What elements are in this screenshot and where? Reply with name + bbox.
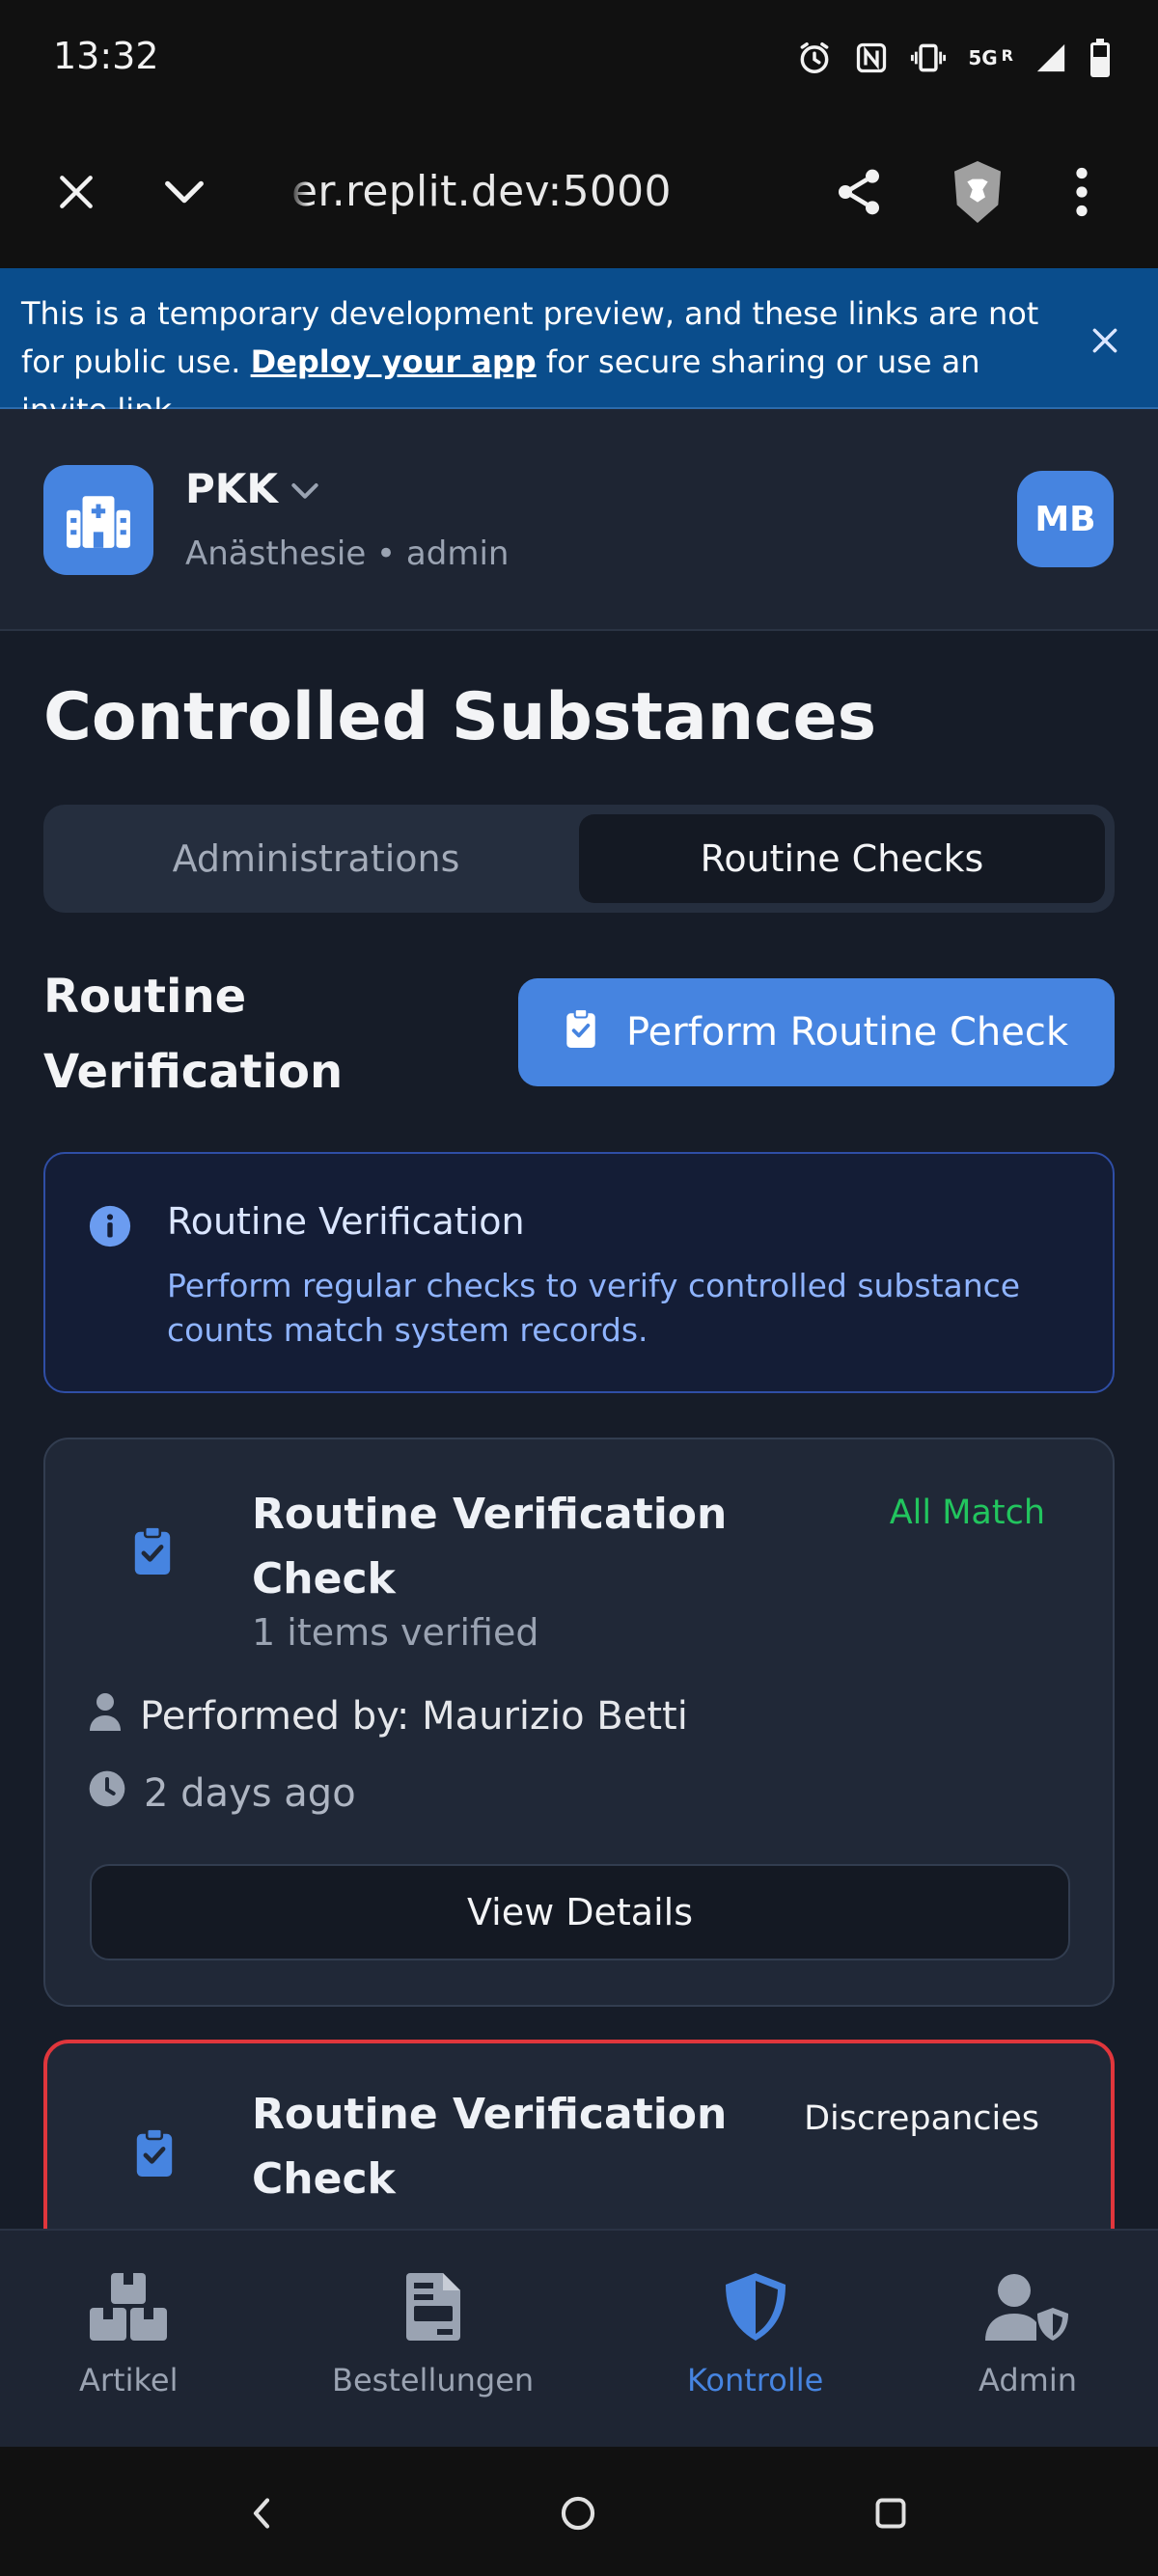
clipboard-check-icon <box>565 1007 597 1057</box>
back-icon[interactable] <box>237 2489 286 2537</box>
check-card: Routine Verification Check All Match 1 i… <box>43 1438 1115 2007</box>
nav-label-admin: Admin <box>979 2362 1077 2398</box>
org-name[interactable]: PKK <box>185 465 278 512</box>
time-row: 2 days ago <box>88 1769 356 1818</box>
nav-label-bestellungen: Bestellungen <box>332 2362 535 2398</box>
view-details-button[interactable]: View Details <box>90 1864 1070 1960</box>
vibrate-icon <box>910 40 947 76</box>
items-verified: 1 items verified <box>252 1611 539 1654</box>
recents-icon[interactable] <box>867 2489 915 2537</box>
perform-routine-check-label: Perform Routine Check <box>625 1010 1069 1055</box>
info-title: Routine Verification <box>167 1200 525 1243</box>
status-time: 13:32 <box>53 35 159 77</box>
performed-by-row: Performed by: Maurizio Betti <box>88 1692 688 1740</box>
roaming-indicator: R <box>1001 46 1013 65</box>
hospital-icon <box>43 465 153 575</box>
nav-item-admin[interactable]: Admin <box>979 2273 1077 2398</box>
network-indicator: 5G R <box>968 46 1013 69</box>
info-icon <box>88 1204 132 1252</box>
nfc-icon <box>854 41 889 75</box>
url-text[interactable]: er.replit.dev:5000 <box>291 167 672 216</box>
bottom-nav: Artikel Bestellungen Kontrolle Admin <box>0 2229 1158 2447</box>
info-text: Perform regular checks to verify control… <box>167 1267 1021 1349</box>
tab-bar: Administrations Routine Checks <box>43 805 1115 913</box>
nav-item-bestellungen[interactable]: Bestellungen <box>332 2273 534 2398</box>
check-title: Routine Verification Check <box>252 2090 728 2204</box>
org-subtitle: Anästhesie • admin <box>185 534 510 573</box>
system-nav-bar <box>0 2447 1158 2576</box>
page-title: Controlled Substances <box>43 679 877 755</box>
nav-label-kontrolle: Kontrolle <box>687 2362 824 2398</box>
clipboard-check-icon <box>132 1524 173 1578</box>
boxes-icon <box>90 2273 168 2348</box>
signal-icon <box>1034 41 1067 74</box>
shield-icon <box>724 2273 787 2348</box>
check-title: Routine Verification Check <box>252 1490 728 1603</box>
performed-by-text: Performed by: Maurizio Betti <box>140 1694 688 1739</box>
nav-item-artikel[interactable]: Artikel <box>79 2273 178 2398</box>
close-icon[interactable] <box>42 158 110 226</box>
section-title: Routine Verification <box>43 970 344 1099</box>
dev-preview-banner: This is a temporary development preview,… <box>0 268 1158 428</box>
brave-shield-icon[interactable] <box>944 158 1011 226</box>
user-icon <box>88 1692 123 1740</box>
time-ago: 2 days ago <box>144 1771 356 1816</box>
nav-item-kontrolle[interactable]: Kontrolle <box>687 2273 823 2398</box>
banner-close-icon[interactable] <box>1071 307 1139 374</box>
user-shield-icon <box>984 2273 1070 2348</box>
share-icon[interactable] <box>825 158 893 226</box>
status-bar: 13:32 5G R <box>0 0 1158 116</box>
more-vert-icon[interactable] <box>1048 158 1116 226</box>
url-fade <box>288 154 309 232</box>
status-badge: Discrepancies <box>804 2099 1039 2138</box>
home-icon[interactable] <box>554 2489 602 2537</box>
alarm-icon <box>796 40 833 76</box>
browser-toolbar: er.replit.dev:5000 <box>0 116 1158 268</box>
main-content: Controlled Substances Administrations Ro… <box>0 631 1158 2229</box>
check-card-discrepancy: Routine Verification Check Discrepancies <box>43 2040 1115 2229</box>
status-icons: 5G R <box>796 35 1112 81</box>
perform-routine-check-button[interactable]: Perform Routine Check <box>518 978 1115 1086</box>
clock-icon <box>88 1769 126 1818</box>
file-invoice-icon <box>405 2273 460 2348</box>
info-box: Routine Verification Perform regular che… <box>43 1152 1115 1393</box>
tab-administrations[interactable]: Administrations <box>53 814 579 903</box>
network-type: 5G <box>968 46 998 69</box>
avatar[interactable]: MB <box>1017 471 1114 567</box>
app-header: PKK Anästhesie • admin MB <box>0 409 1158 631</box>
org-chevron-down-icon[interactable] <box>286 471 324 513</box>
nav-label-artikel: Artikel <box>79 2362 179 2398</box>
status-badge: All Match <box>889 1494 1045 1532</box>
battery-icon <box>1089 39 1112 77</box>
tab-routine-checks[interactable]: Routine Checks <box>579 814 1105 903</box>
deploy-app-link[interactable]: Deploy your app <box>251 343 537 380</box>
chevron-down-icon[interactable] <box>151 158 218 226</box>
clipboard-check-icon <box>134 2126 175 2180</box>
